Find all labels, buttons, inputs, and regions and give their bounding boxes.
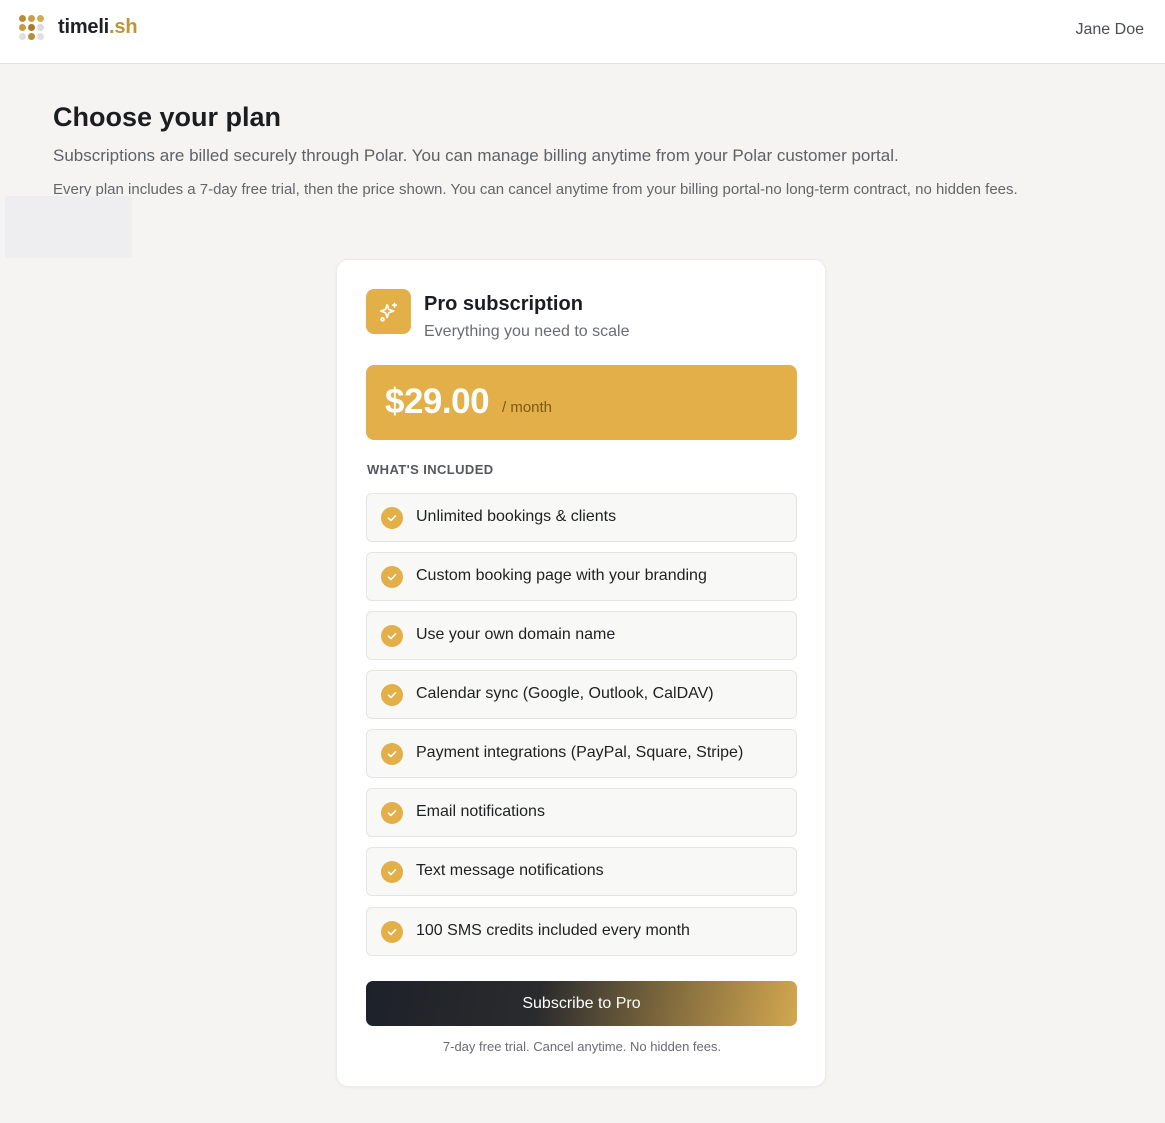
brand-name-main: timeli bbox=[58, 16, 110, 38]
logo-dot bbox=[19, 24, 26, 31]
feature-item: Calendar sync (Google, Outlook, CalDAV) bbox=[366, 670, 797, 719]
subscribe-button[interactable]: Subscribe to Pro bbox=[366, 981, 797, 1026]
sparkles-icon bbox=[366, 289, 411, 334]
fine-print: 7-day free trial. Cancel anytime. No hid… bbox=[442, 1039, 722, 1054]
background-overlay bbox=[5, 196, 132, 258]
top-nav-bar: timeli.sh Jane Doe bbox=[0, 0, 1165, 64]
page-subtitle: Subscriptions are billed securely throug… bbox=[53, 146, 899, 165]
feature-item: Email notifications bbox=[366, 788, 797, 837]
plan-tagline: Everything you need to scale bbox=[424, 323, 630, 340]
dot-grid-logo-icon bbox=[19, 15, 44, 40]
brand-name-accent: .sh bbox=[109, 16, 138, 38]
logo-dot bbox=[28, 33, 35, 40]
feature-item: 100 SMS credits included every month bbox=[366, 907, 797, 956]
user-menu[interactable]: Jane Doe bbox=[1076, 21, 1145, 39]
logo-dot bbox=[19, 15, 26, 22]
feature-text: Use your own domain name bbox=[416, 626, 616, 643]
feature-item: Unlimited bookings & clients bbox=[366, 493, 797, 542]
brand-logo[interactable]: timeli.sh bbox=[19, 15, 138, 40]
check-circle-icon bbox=[381, 684, 403, 706]
feature-text: Custom booking page with your branding bbox=[416, 567, 707, 584]
feature-text: Unlimited bookings & clients bbox=[416, 508, 617, 525]
logo-dot bbox=[37, 24, 44, 31]
brand-name: timeli.sh bbox=[58, 16, 138, 39]
feature-text: Calendar sync (Google, Outlook, CalDAV) bbox=[416, 685, 714, 702]
feature-text: Text message notifications bbox=[416, 862, 604, 879]
feature-text: 100 SMS credits included every month bbox=[416, 922, 690, 939]
check-circle-icon bbox=[381, 743, 403, 765]
logo-dot bbox=[37, 15, 44, 22]
included-heading: WHAT'S INCLUDED bbox=[367, 462, 494, 477]
feature-item: Custom booking page with your branding bbox=[366, 552, 797, 601]
check-circle-icon bbox=[381, 921, 403, 943]
plan-name: Pro subscription bbox=[424, 293, 583, 315]
feature-item: Payment integrations (PayPal, Square, St… bbox=[366, 729, 797, 778]
plan-card: Pro subscription Everything you need to … bbox=[336, 259, 826, 1087]
logo-dot bbox=[28, 24, 35, 31]
feature-text: Payment integrations (PayPal, Square, St… bbox=[416, 744, 744, 761]
logo-dot bbox=[19, 33, 26, 40]
check-circle-icon bbox=[381, 507, 403, 529]
check-circle-icon bbox=[381, 861, 403, 883]
page-title: Choose your plan bbox=[53, 102, 282, 132]
feature-text: Email notifications bbox=[416, 803, 545, 820]
feature-item: Use your own domain name bbox=[366, 611, 797, 660]
check-circle-icon bbox=[381, 625, 403, 647]
feature-item: Text message notifications bbox=[366, 847, 797, 896]
check-circle-icon bbox=[381, 566, 403, 588]
logo-dot bbox=[28, 15, 35, 22]
price-banner: $29.00 / month bbox=[366, 365, 797, 440]
check-circle-icon bbox=[381, 802, 403, 824]
plan-price: $29.00 bbox=[385, 382, 490, 421]
logo-dot bbox=[37, 33, 44, 40]
billing-period: / month bbox=[502, 399, 553, 416]
trial-note: Every plan includes a 7-day free trial, … bbox=[53, 181, 1018, 198]
